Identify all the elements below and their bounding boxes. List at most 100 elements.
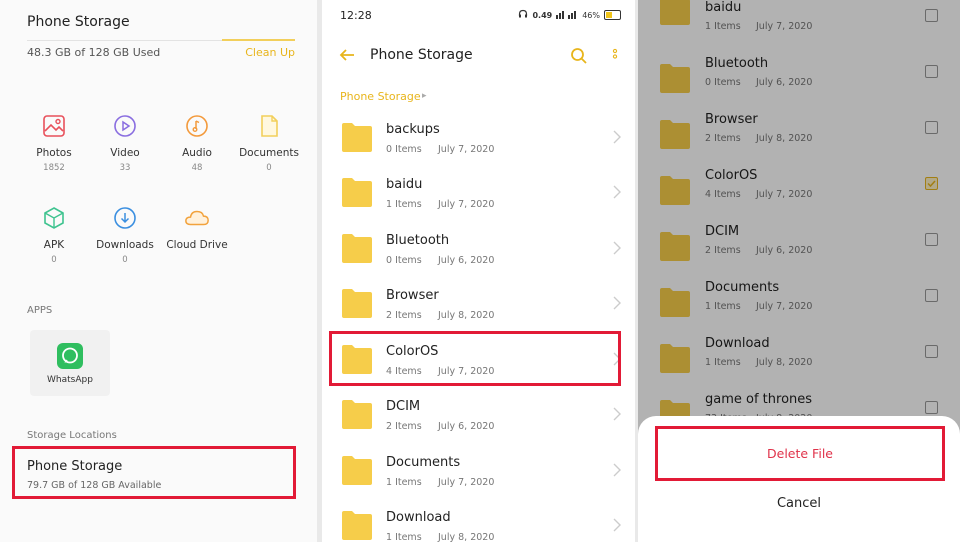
page-title: Phone Storage	[27, 14, 130, 30]
coloros-highlight-box	[329, 331, 621, 386]
delete-file-button[interactable]: Delete File	[655, 426, 945, 481]
cloud-drive-icon	[184, 205, 210, 231]
category-count: 1852	[43, 163, 65, 173]
audio-icon	[184, 113, 210, 139]
whatsapp-icon	[57, 343, 83, 369]
delete-file-panel: baidu 1 Items July 7, 2020 Bluetooth 0 I…	[638, 0, 960, 542]
category-label: Cloud Drive	[166, 239, 228, 251]
header-title: Phone Storage	[370, 47, 473, 63]
category-video[interactable]: Video 33	[90, 113, 160, 173]
category-count: 0	[266, 163, 272, 173]
storage-location-available: 79.7 GB of 128 GB Available	[27, 480, 162, 491]
breadcrumb-chevron-icon: ▸	[422, 91, 427, 101]
folder-item-count: 1 Items	[386, 477, 422, 488]
folder-row[interactable]: Bluetooth 0 Items July 6, 2020	[322, 222, 635, 277]
category-count: 0	[51, 255, 57, 265]
battery-icon	[604, 10, 621, 20]
chevron-right-icon	[613, 517, 621, 532]
folder-row[interactable]: backups 0 Items July 7, 2020	[322, 111, 635, 166]
folder-icon	[340, 121, 374, 153]
folder-row[interactable]: Download 1 Items July 8, 2020	[322, 499, 635, 542]
folder-name: Download	[386, 510, 451, 525]
category-cloud-drive[interactable]: Cloud Drive	[162, 205, 232, 251]
status-bar-icons: 0.49 46%	[518, 9, 621, 21]
category-photos[interactable]: Photos 1852	[19, 113, 89, 173]
cancel-button[interactable]: Cancel	[638, 496, 960, 511]
folder-date: July 8, 2020	[438, 532, 495, 542]
signal-icon	[556, 9, 578, 21]
category-downloads[interactable]: Downloads 0	[90, 205, 160, 265]
chevron-right-icon	[613, 295, 621, 310]
folder-item-count: 2 Items	[386, 421, 422, 432]
network-speed: 0.49	[532, 10, 553, 20]
video-icon	[112, 113, 138, 139]
breadcrumb[interactable]: Phone Storage	[340, 90, 421, 103]
folder-icon	[340, 176, 374, 208]
status-time: 12:28	[340, 9, 372, 22]
folder-date: July 8, 2020	[438, 310, 495, 321]
folder-item-count: 2 Items	[386, 310, 422, 321]
category-documents[interactable]: Documents 0	[234, 113, 304, 173]
photos-icon	[41, 113, 67, 139]
category-label: Photos	[36, 147, 72, 159]
chevron-right-icon	[613, 240, 621, 255]
folder-icon	[340, 454, 374, 486]
folder-date: July 6, 2020	[438, 421, 495, 432]
battery-percent: 46%	[582, 10, 600, 20]
folder-name: backups	[386, 122, 440, 137]
storage-overview-panel: Phone Storage 48.3 GB of 128 GB Used Cle…	[0, 0, 317, 542]
folder-date: July 7, 2020	[438, 199, 495, 210]
category-label: Audio	[182, 147, 212, 159]
search-icon[interactable]	[570, 47, 588, 65]
back-arrow-icon[interactable]	[338, 46, 356, 64]
folder-item-count: 1 Items	[386, 532, 422, 542]
phone-storage-location[interactable]: Phone Storage 79.7 GB of 128 GB Availabl…	[12, 446, 296, 499]
folder-item-count: 1 Items	[386, 199, 422, 210]
category-label: Downloads	[96, 239, 154, 251]
folder-row[interactable]: Browser 2 Items July 8, 2020	[322, 277, 635, 332]
documents-icon	[256, 113, 282, 139]
delete-action-sheet: Delete File Cancel	[638, 416, 960, 542]
category-audio[interactable]: Audio 48	[162, 113, 232, 173]
folder-item-count: 0 Items	[386, 255, 422, 266]
folder-list-panel: 12:28 0.49 46% Phone Storage Phone Stora…	[322, 0, 635, 542]
folder-date: July 7, 2020	[438, 477, 495, 488]
category-label: APK	[43, 239, 65, 251]
headphones-icon	[518, 9, 528, 21]
category-label: Documents	[239, 147, 299, 159]
chevron-right-icon	[613, 462, 621, 477]
folder-row[interactable]: Documents 1 Items July 7, 2020	[322, 444, 635, 499]
chevron-right-icon	[613, 184, 621, 199]
chevron-right-icon	[613, 129, 621, 144]
downloads-icon	[112, 205, 138, 231]
folder-date: July 7, 2020	[438, 144, 495, 155]
folder-date: July 6, 2020	[438, 255, 495, 266]
folder-row[interactable]: baidu 1 Items July 7, 2020	[322, 166, 635, 221]
folder-icon	[340, 509, 374, 541]
category-label: Video	[110, 147, 140, 159]
folder-row[interactable]: DCIM 2 Items July 6, 2020	[322, 388, 635, 443]
category-apk[interactable]: APK 0	[19, 205, 89, 265]
storage-usage-bar-accent	[222, 39, 295, 41]
folder-name: Browser	[386, 288, 439, 303]
chevron-right-icon	[613, 406, 621, 421]
folder-name: baidu	[386, 177, 423, 192]
apk-icon	[41, 205, 67, 231]
category-count: 48	[191, 163, 203, 173]
storage-location-name: Phone Storage	[27, 459, 123, 474]
folder-name: DCIM	[386, 399, 421, 414]
storage-used-text: 48.3 GB of 128 GB Used	[27, 46, 161, 59]
category-count: 0	[122, 255, 128, 265]
category-count: 33	[119, 163, 131, 173]
more-options-icon[interactable]	[612, 48, 618, 64]
storage-locations-title: Storage Locations	[27, 430, 117, 441]
folder-icon	[340, 287, 374, 319]
delete-file-label: Delete File	[767, 446, 833, 461]
folder-icon	[340, 398, 374, 430]
folder-icon	[340, 232, 374, 264]
apps-section-title: APPS	[27, 305, 53, 316]
folder-item-count: 0 Items	[386, 144, 422, 155]
folder-name: Documents	[386, 455, 461, 470]
app-whatsapp[interactable]: WhatsApp	[30, 330, 110, 396]
clean-up-button[interactable]: Clean Up	[245, 46, 295, 59]
